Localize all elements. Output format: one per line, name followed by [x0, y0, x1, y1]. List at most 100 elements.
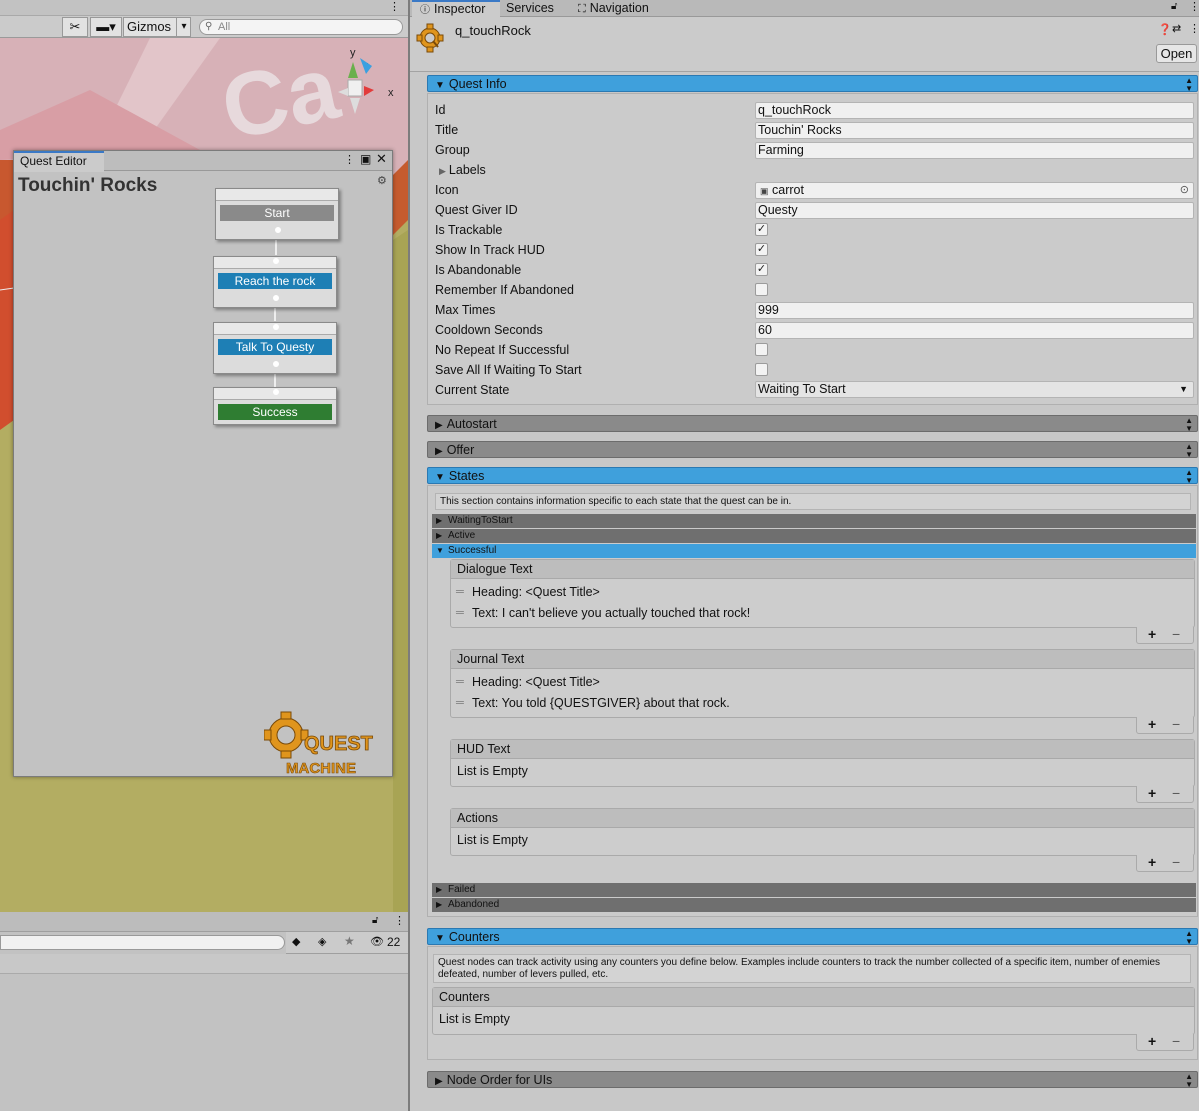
close-icon[interactable]: ✕ [376, 151, 387, 167]
node-input-port[interactable] [273, 258, 279, 264]
node-output-port[interactable] [273, 361, 279, 367]
object-picker-icon[interactable]: ⊙ [1180, 183, 1189, 198]
quest-node-talk-to-questy[interactable]: Talk To Questy [213, 322, 337, 374]
more-options-icon[interactable]: ⋮ [1189, 22, 1199, 35]
section-offer[interactable]: ▶ Offer ▲ ▼ [427, 441, 1198, 459]
remove-icon[interactable]: − [1172, 1034, 1180, 1049]
add-icon[interactable]: + [1148, 855, 1156, 870]
cooldown-seconds-field[interactable]: 60 [755, 322, 1194, 339]
remove-icon[interactable]: − [1172, 717, 1180, 732]
more-options-icon[interactable]: ⋮ [1189, 0, 1199, 13]
quest-giver-id-field[interactable]: Questy [755, 202, 1194, 219]
more-options-icon[interactable]: ⋮ [389, 0, 400, 14]
drag-handle-icon[interactable]: ═ [456, 582, 464, 603]
add-icon[interactable]: + [1148, 786, 1156, 801]
counters-list-header: Counters [433, 988, 1194, 1007]
tab-services[interactable]: Services [506, 0, 554, 17]
no-repeat-checkbox[interactable] [755, 343, 768, 356]
hud-text-header: HUD Text [451, 740, 1194, 759]
dialogue-add-remove: + − [1136, 627, 1194, 644]
substate-failed[interactable]: ▶ Failed [432, 883, 1196, 897]
maximize-icon[interactable]: ▣ [360, 152, 371, 166]
journal-text-header: Journal Text [451, 650, 1194, 669]
section-states[interactable]: ▼ States ▲ ▼ [427, 467, 1198, 485]
title-field[interactable]: Touchin' Rocks [755, 122, 1194, 139]
quest-title: Touchin' Rocks [18, 175, 158, 196]
substate-waiting-to-start[interactable]: ▶ WaitingToStart [432, 514, 1196, 528]
foldout-closed-icon: ▶ [435, 1076, 443, 1087]
more-options-icon[interactable]: ⋮ [344, 153, 355, 166]
prop-label-group: Group [435, 143, 470, 157]
section-node-order[interactable]: ▶ Node Order for UIs ▲ ▼ [427, 1071, 1198, 1089]
foldout-closed-icon: ▶ [435, 420, 443, 431]
dialogue-text-list: Dialogue Text ═ Heading: <Quest Title> ═ T… [450, 559, 1195, 628]
current-state-dropdown[interactable]: Waiting To Start ▼ [755, 381, 1194, 398]
star-icon[interactable]: ★ [344, 934, 355, 948]
filter-type-icon[interactable]: ◆ [292, 935, 300, 948]
quest-node-reach-the-rock[interactable]: Reach the rock [213, 256, 337, 308]
drag-handle-icon[interactable]: ═ [456, 603, 464, 624]
list-item[interactable]: ═ Text: I can't believe you actually touc… [451, 603, 1194, 624]
add-icon[interactable]: + [1148, 717, 1156, 732]
substate-abandoned[interactable]: ▶ Abandoned [432, 898, 1196, 912]
more-options-icon[interactable]: ⋮ [394, 914, 405, 927]
hidden-eye-icon[interactable]: 👁︎ [370, 935, 384, 948]
tools-icon[interactable]: ✂ [62, 17, 88, 37]
list-item[interactable]: ═ Heading: <Quest Title> [451, 582, 1194, 603]
scene-view[interactable]: Ca ⋮ ✂ ▬▾ Gizmos ▾ ⚲ All y z x Quest Edi… [0, 0, 408, 912]
label-icon[interactable]: ◈ [318, 935, 326, 948]
substate-successful[interactable]: ▼ Successful [432, 544, 1196, 558]
lock-icon[interactable]: 🔓︎ [372, 915, 378, 926]
substate-active[interactable]: ▶ Active [432, 529, 1196, 543]
project-tools: ◆ ◈ ★ 👁︎ 22 [286, 932, 408, 954]
list-item[interactable]: ═ Text: You told {QUESTGIVER} about that … [451, 693, 1194, 714]
project-search-input[interactable] [0, 935, 285, 950]
orientation-gizmo[interactable]: y z x [320, 44, 400, 120]
remember-if-abandoned-checkbox[interactable] [755, 283, 768, 296]
quest-editor-tab[interactable]: Quest Editor [14, 151, 104, 172]
icon-object-field[interactable]: ▣ carrot ⊙ [755, 182, 1194, 199]
section-quest-info[interactable]: ▼ Quest Info ▲ ▼ [427, 75, 1198, 93]
node-output-port[interactable] [275, 227, 281, 233]
group-field[interactable]: Farming [755, 142, 1194, 159]
quest-editor-window[interactable]: Quest Editor ⋮ ▣ ✕ Touchin' Rocks ⚙ Star… [13, 150, 393, 777]
node-input-port[interactable] [273, 389, 279, 395]
node-input-port[interactable] [273, 324, 279, 330]
quest-node-success[interactable]: Success [213, 387, 337, 425]
remove-icon[interactable]: − [1172, 855, 1180, 870]
help-icon[interactable]: ❓ [1158, 23, 1172, 36]
section-autostart[interactable]: ▶ Autostart ▲ ▼ [427, 415, 1198, 433]
axis-x-label: x [388, 87, 394, 99]
save-all-checkbox[interactable] [755, 363, 768, 376]
project-tab-strip: 🔓︎ ⋮ [0, 912, 408, 932]
is-trackable-checkbox[interactable]: ✓ [755, 223, 768, 236]
scene-search-input[interactable]: ⚲ All [199, 19, 403, 35]
quest-node-start[interactable]: Start [215, 188, 339, 240]
foldout-closed-icon: ▶ [439, 166, 446, 176]
section-counters[interactable]: ▼ Counters ▲ ▼ [427, 928, 1198, 946]
gear-icon[interactable]: ⚙ [377, 174, 387, 187]
empty-list-text: List is Empty [439, 1012, 510, 1026]
drag-handle-icon[interactable]: ═ [456, 693, 464, 714]
gizmos-dropdown[interactable]: Gizmos ▾ [123, 17, 191, 37]
add-icon[interactable]: + [1148, 627, 1156, 642]
remove-icon[interactable]: − [1172, 627, 1180, 642]
tab-navigation[interactable]: ⛶ Navigation [578, 0, 649, 17]
tab-inspector[interactable]: ⓘ Inspector [412, 0, 500, 17]
open-button[interactable]: Open [1156, 44, 1197, 63]
list-item[interactable]: ═ Heading: <Quest Title> [451, 672, 1194, 693]
preset-icon[interactable]: ⇄ [1172, 22, 1181, 35]
search-placeholder: All [218, 21, 231, 33]
lock-icon[interactable]: 🔓︎ [1171, 1, 1177, 12]
labels-foldout[interactable]: ▶ Labels [439, 163, 486, 177]
prop-label-quest-giver-id: Quest Giver ID [435, 203, 518, 217]
remove-icon[interactable]: − [1172, 786, 1180, 801]
drag-handle-icon[interactable]: ═ [456, 672, 464, 693]
add-icon[interactable]: + [1148, 1034, 1156, 1049]
id-field[interactable]: q_touchRock [755, 102, 1194, 119]
is-abandonable-checkbox[interactable]: ✓ [755, 263, 768, 276]
camera-icon[interactable]: ▬▾ [90, 17, 122, 37]
max-times-field[interactable]: 999 [755, 302, 1194, 319]
node-output-port[interactable] [273, 295, 279, 301]
show-in-track-hud-checkbox[interactable]: ✓ [755, 243, 768, 256]
